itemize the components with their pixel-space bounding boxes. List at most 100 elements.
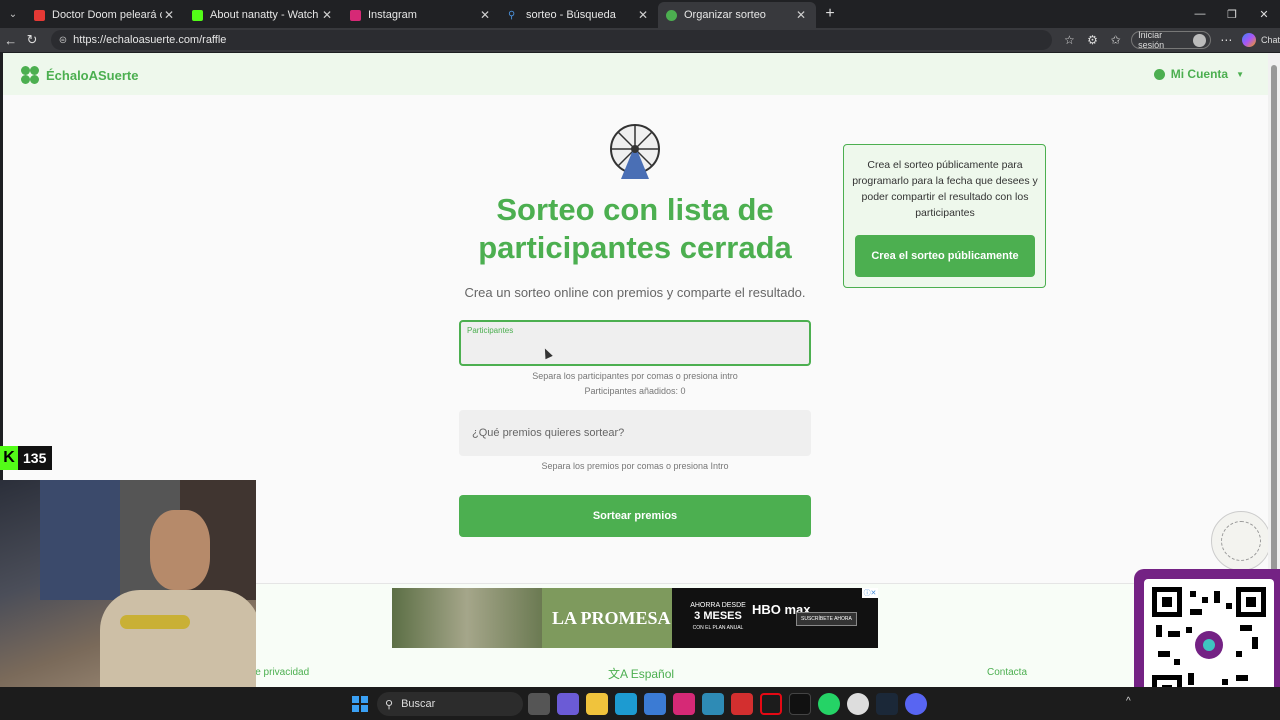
draw-prizes-button[interactable]: Sortear premios bbox=[459, 495, 811, 537]
taskbar-search-label: Buscar bbox=[401, 698, 436, 710]
close-tab-icon[interactable]: ✕ bbox=[794, 8, 808, 22]
whatsapp-icon[interactable] bbox=[818, 693, 840, 715]
adchoices-icon[interactable]: ⓘ✕ bbox=[862, 588, 878, 598]
language-selector[interactable]: 文A Español bbox=[608, 665, 674, 682]
taskbar-search[interactable]: ⚲ Buscar bbox=[377, 692, 523, 716]
system-tray-chevron-icon[interactable]: ^ bbox=[1126, 696, 1131, 707]
participants-help: Separa los participantes por comas o pre… bbox=[532, 371, 738, 381]
instagram-icon[interactable] bbox=[673, 693, 695, 715]
app-red-icon[interactable] bbox=[731, 693, 753, 715]
raffle-wheel-icon bbox=[610, 124, 660, 179]
brand-name: ÉchaloASuerte bbox=[46, 67, 139, 83]
translate-icon: 文A bbox=[608, 667, 631, 681]
chatgpt-icon[interactable] bbox=[847, 693, 869, 715]
clover-icon bbox=[20, 65, 40, 85]
search-icon: ⚲ bbox=[385, 698, 394, 711]
caret-down-icon: ▼ bbox=[1236, 69, 1244, 79]
participants-input[interactable] bbox=[467, 340, 797, 362]
ad-cta-button[interactable]: SUSCRÍBETE AHORA bbox=[796, 612, 857, 626]
back-arrow-icon[interactable]: ← bbox=[0, 33, 21, 48]
tab-title: About nanatty - Watch Live on Kick bbox=[210, 9, 320, 21]
sign-in-button[interactable]: Iniciar sesión bbox=[1131, 30, 1211, 50]
prizes-input[interactable] bbox=[472, 422, 792, 444]
participants-count: Participantes añadidos: 0 bbox=[584, 386, 686, 396]
kick-icon bbox=[192, 9, 203, 21]
browser-tab-3[interactable]: Instagram ✕ bbox=[342, 2, 500, 28]
create-public-raffle-button[interactable]: Crea el sorteo públicamente bbox=[855, 235, 1035, 277]
windows-taskbar: ⚲ Buscar ^ bbox=[0, 687, 1280, 720]
reload-icon[interactable]: ↻ bbox=[21, 32, 42, 48]
account-menu[interactable]: Mi Cuenta ▼ bbox=[1153, 67, 1244, 81]
file-explorer-icon[interactable] bbox=[586, 693, 608, 715]
ad-image bbox=[392, 588, 542, 648]
ad-brand-text: LA PROMESA bbox=[552, 607, 671, 628]
poster bbox=[40, 480, 120, 600]
kick-viewer-badge: K 135 bbox=[0, 446, 52, 470]
favorites-icon[interactable]: ✩ bbox=[1104, 33, 1127, 47]
user-icon bbox=[1153, 68, 1165, 80]
close-window-icon[interactable]: ✕ bbox=[1248, 8, 1280, 21]
public-raffle-card: Crea el sorteo públicamente para program… bbox=[843, 144, 1046, 288]
copilot-icon bbox=[1241, 33, 1256, 47]
profile-avatar-icon bbox=[1193, 33, 1206, 47]
privacy-link[interactable]: le privacidad bbox=[253, 667, 309, 678]
copilot-chat-button[interactable]: Chat bbox=[1241, 33, 1280, 47]
window-controls: — ❐ ✕ bbox=[1184, 0, 1280, 28]
netflix-icon[interactable] bbox=[760, 693, 782, 715]
store-icon[interactable] bbox=[644, 693, 666, 715]
tab-title: Doctor Doom peleará con Magneto bbox=[52, 9, 162, 21]
browser-tab-2[interactable]: About nanatty - Watch Live on Kick ✕ bbox=[184, 2, 342, 28]
address-bar-row: ← ↻ ⊜ https://echaloasuerte.com/raffle ☆… bbox=[0, 28, 1280, 52]
clover-icon bbox=[666, 9, 677, 21]
photos-icon[interactable] bbox=[702, 693, 724, 715]
participants-label: Participantes bbox=[467, 326, 514, 335]
contact-link[interactable]: Contacta bbox=[987, 667, 1027, 678]
page-title: Sorteo con lista de participantes cerrad… bbox=[478, 192, 792, 265]
webcam-overlay bbox=[0, 480, 256, 720]
instagram-icon bbox=[350, 9, 361, 21]
account-label: Mi Cuenta bbox=[1170, 67, 1229, 81]
close-tab-icon[interactable]: ✕ bbox=[320, 8, 334, 22]
more-menu-icon[interactable]: ⋯ bbox=[1215, 33, 1238, 47]
browser-tab-1[interactable]: Doctor Doom peleará con Magneto ✕ bbox=[26, 2, 184, 28]
close-tab-icon[interactable]: ✕ bbox=[636, 8, 650, 22]
steam-icon[interactable] bbox=[876, 693, 898, 715]
copilot-icon[interactable] bbox=[557, 693, 579, 715]
ad-offer-bottom: CON EL PLAN ANUAL bbox=[692, 625, 744, 631]
chat-label: Chat bbox=[1260, 35, 1280, 45]
url-field[interactable]: ⊜ https://echaloasuerte.com/raffle bbox=[50, 30, 1052, 50]
prizes-field[interactable] bbox=[459, 410, 811, 456]
windows-start-icon[interactable] bbox=[352, 696, 368, 712]
minimize-icon[interactable]: — bbox=[1184, 8, 1216, 20]
restore-icon[interactable]: ❐ bbox=[1216, 8, 1248, 21]
site-logo[interactable]: ÉchaloASuerte bbox=[20, 65, 138, 85]
prizes-help: Separa los premios por comas o presiona … bbox=[541, 461, 729, 471]
microphone bbox=[120, 615, 190, 629]
page-subtitle: Crea un sorteo online con premios y comp… bbox=[464, 285, 806, 300]
close-tab-icon[interactable]: ✕ bbox=[162, 8, 176, 22]
ad-right-panel: AHORRA DESDE 3 MESES CON EL PLAN ANUAL H… bbox=[672, 588, 878, 648]
ad-left-panel: LA PROMESA bbox=[392, 588, 672, 648]
tab-list-chevron-icon[interactable]: ⌄ bbox=[0, 0, 26, 28]
browser-tab-bar: ⌄ Doctor Doom peleará con Magneto ✕ Abou… bbox=[0, 0, 1280, 28]
site-info-icon[interactable]: ⊜ bbox=[59, 35, 67, 46]
browser-tab-5-active[interactable]: Organizar sorteo ✕ bbox=[658, 2, 816, 28]
tab-title: Instagram bbox=[368, 9, 417, 21]
star-icon[interactable]: ☆ bbox=[1058, 33, 1081, 47]
discord-icon[interactable] bbox=[905, 693, 927, 715]
close-tab-icon[interactable]: ✕ bbox=[478, 8, 492, 22]
taskbar-apps bbox=[528, 693, 934, 715]
tab-title: Organizar sorteo bbox=[684, 9, 766, 21]
edge-icon[interactable] bbox=[615, 693, 637, 715]
new-tab-plus-icon[interactable]: + bbox=[816, 5, 844, 23]
participants-field[interactable]: Participantes bbox=[459, 320, 811, 366]
task-view-icon[interactable] bbox=[528, 693, 550, 715]
public-raffle-text: Crea el sorteo públicamente para program… bbox=[852, 159, 1038, 219]
tiktok-icon[interactable] bbox=[789, 693, 811, 715]
advertisement-banner[interactable]: LA PROMESA AHORRA DESDE 3 MESES CON EL P… bbox=[392, 588, 878, 648]
extensions-icon[interactable]: ⚙ bbox=[1081, 33, 1104, 47]
browser-tab-4[interactable]: ⚲ sorteo - Búsqueda ✕ bbox=[500, 2, 658, 28]
viewer-count: 135 bbox=[23, 450, 47, 466]
url-text: https://echaloasuerte.com/raffle bbox=[73, 34, 227, 46]
ad-offer-main: 3 MESES bbox=[694, 610, 742, 622]
